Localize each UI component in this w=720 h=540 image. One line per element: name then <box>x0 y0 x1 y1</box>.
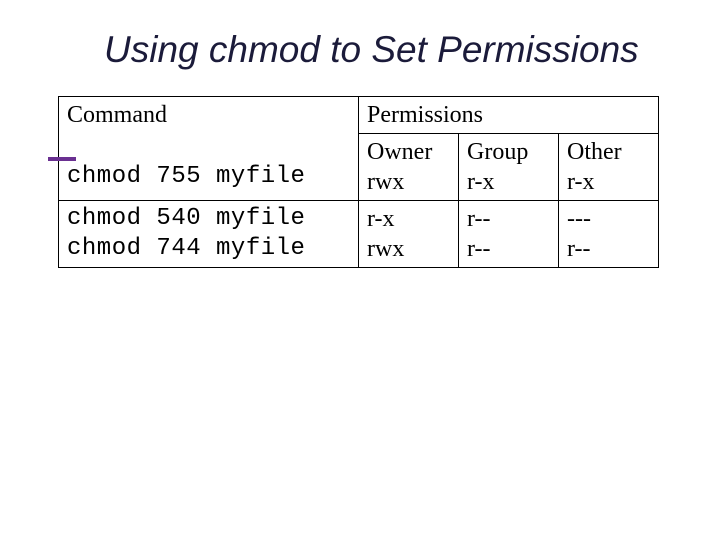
slide: Using chmod to Set Permissions Command c… <box>0 0 720 540</box>
subheader-owner: Owner <box>367 139 432 165</box>
header-command-label: Command <box>67 102 167 128</box>
cell-value: r-x <box>567 169 595 195</box>
cell-owner: r-x rwx <box>359 201 459 268</box>
cell-value: rwx <box>367 236 404 262</box>
cell-group: Group r-x <box>459 134 559 201</box>
cell-value: chmod 744 myfile <box>67 235 305 262</box>
cell-group: r-- r-- <box>459 201 559 268</box>
cell-value: r-x <box>467 169 495 195</box>
col-header-permissions: Permissions <box>359 97 659 134</box>
cell-other: --- r-- <box>559 201 659 268</box>
table-row: chmod 540 myfile chmod 744 myfile r-x rw… <box>59 201 659 268</box>
cell-command: chmod 755 myfile <box>67 163 305 190</box>
accent-bar <box>48 157 76 161</box>
table-row: Command chmod 755 myfile Permissions <box>59 97 659 134</box>
cell-command: chmod 540 myfile chmod 744 myfile <box>59 201 359 268</box>
cell-owner: Owner rwx <box>359 134 459 201</box>
cell-value: rwx <box>367 169 404 195</box>
cell-value: r-- <box>467 236 491 262</box>
cell-value: chmod 540 myfile <box>67 205 305 232</box>
cell-value: r-- <box>567 236 591 262</box>
permissions-table: Command chmod 755 myfile Permissions Own… <box>58 96 659 268</box>
subheader-other: Other <box>567 139 622 165</box>
cell-value: r-x <box>367 206 395 232</box>
cell-value: r-- <box>467 206 491 232</box>
col-header-command: Command chmod 755 myfile <box>59 97 359 201</box>
cell-value: --- <box>567 206 591 232</box>
page-title: Using chmod to Set Permissions <box>48 28 680 72</box>
subheader-group: Group <box>467 139 528 165</box>
cell-other: Other r-x <box>559 134 659 201</box>
